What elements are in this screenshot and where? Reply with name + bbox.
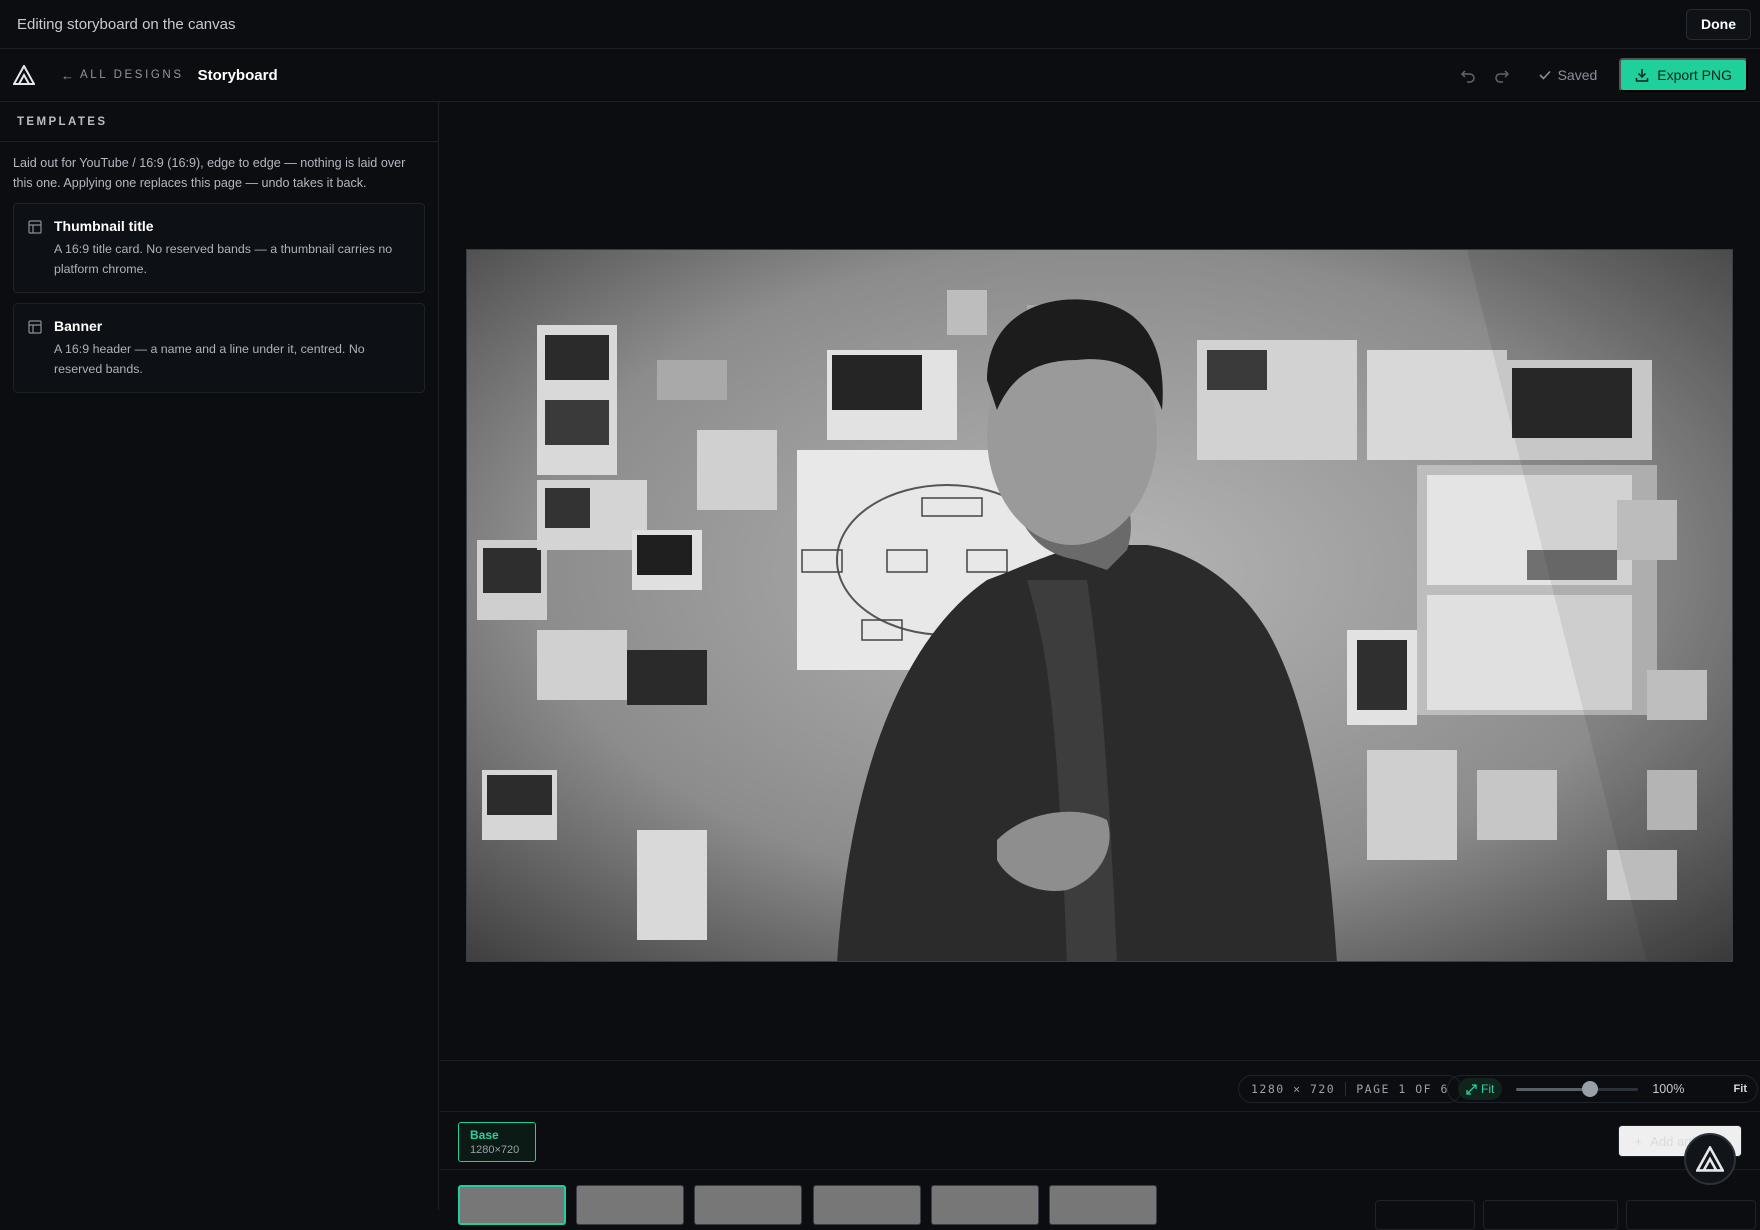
storyboard-photo [467,250,1732,961]
done-button[interactable]: Done [1686,8,1751,40]
template-card-banner[interactable]: Banner A 16:9 header — a name and a line… [13,303,425,393]
template-name: Thumbnail title [54,218,154,234]
pill-divider [1345,1082,1347,1096]
app-header: ← ALL DESIGNS Storyboard Saved Export PN… [0,49,1760,102]
templates-sidebar: TEMPLATES Laid out for YouTube / 16:9 (1… [0,102,439,1210]
zoom-slider[interactable] [1516,1081,1639,1097]
editing-topbar: Editing storyboard on the canvas Done [0,0,1760,49]
artboard-photo[interactable] [466,249,1733,962]
saved-label: Saved [1557,67,1598,83]
page-thumbnail[interactable] [458,1185,566,1225]
design-canvas[interactable] [440,102,1760,1060]
back-label: ALL DESIGNS [80,69,184,81]
saved-status: Saved [1538,67,1598,83]
assistant-logo-icon[interactable] [1684,1133,1736,1185]
page-indicator: PAGE 1 OF 6 [1356,1082,1449,1096]
template-description: A 16:9 header — a name and a line under … [54,342,365,376]
canvas-info-pill: 1280 × 720 PAGE 1 OF 6 [1238,1075,1462,1103]
page-thumbnail[interactable] [576,1185,684,1225]
back-arrow-icon: ← [61,67,74,83]
canvas-dimensions: 1280 × 720 [1251,1082,1336,1096]
page-action-button[interactable] [1483,1200,1618,1230]
templates-heading: TEMPLATES [0,102,438,142]
zoom-controls: Fit 100% Fit [1447,1075,1758,1103]
editing-title: Editing storyboard on the canvas [17,15,236,33]
export-label: Export PNG [1657,67,1732,83]
expand-icon [1466,1083,1477,1095]
artboard-tab-name: Base [470,1128,499,1142]
template-icon [28,220,42,234]
page-thumbnail[interactable] [813,1185,921,1225]
artboard-tab-size: 1280×720 [470,1144,520,1156]
zoom-value: 100% [1652,1082,1685,1096]
fit-button[interactable]: Fit [1734,1083,1747,1095]
download-icon [1636,69,1649,82]
page-action-button[interactable] [1375,1200,1475,1230]
page-thumbnail[interactable] [1049,1185,1157,1225]
redo-icon[interactable] [1488,61,1516,89]
back-to-all-designs[interactable]: ← ALL DESIGNS [61,68,184,83]
undo-icon[interactable] [1454,61,1482,89]
fit-toggle[interactable]: Fit [1458,1078,1503,1100]
page-thumbnails [440,1170,1760,1230]
artboard-tab-base[interactable]: Base 1280×720 [458,1122,536,1162]
page-action-button[interactable] [1626,1200,1756,1230]
logo-icon[interactable] [13,64,37,86]
export-png-button[interactable]: Export PNG [1619,58,1748,92]
page-thumbnail[interactable] [694,1185,802,1225]
zoom-slider-fill [1516,1088,1590,1091]
template-description: A 16:9 title card. No reserved bands — a… [54,242,393,276]
check-icon [1539,70,1551,80]
artboard-bar: Base 1280×720 + Add artboard [440,1112,1760,1170]
header-actions: Saved Export PNG [1448,58,1748,92]
fit-label: Fit [1481,1082,1495,1096]
template-name: Banner [54,318,103,334]
document-title: Storyboard [197,66,278,84]
page-thumbnail[interactable] [931,1185,1039,1225]
template-card-thumbnail-title[interactable]: Thumbnail title A 16:9 title card. No re… [13,203,425,293]
zoom-slider-handle[interactable] [1581,1081,1598,1097]
plus-icon: + [1634,1133,1643,1149]
canvas-footer: 1280 × 720 PAGE 1 OF 6 Fit 100% Fit [440,1060,1760,1112]
template-icon [28,320,42,334]
templates-note: Laid out for YouTube / 16:9 (16:9), edge… [13,156,406,190]
